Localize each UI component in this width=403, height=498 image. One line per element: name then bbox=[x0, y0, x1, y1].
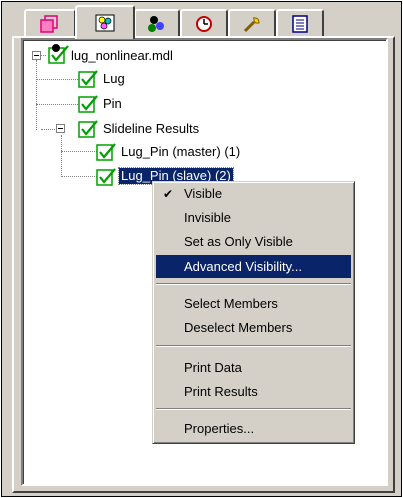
tree-item-lug[interactable]: Lug bbox=[103, 71, 125, 87]
lug-pin-slave-checkbox-icon[interactable] bbox=[95, 166, 117, 186]
tree-connector bbox=[61, 176, 97, 177]
slideline-checkbox-icon[interactable] bbox=[77, 118, 99, 138]
menu-item-print-data[interactable]: Print Data bbox=[156, 356, 351, 379]
list-document-icon bbox=[292, 14, 308, 33]
clock-icon bbox=[196, 15, 212, 32]
menu-separator bbox=[156, 408, 351, 410]
tab-list[interactable] bbox=[276, 9, 324, 36]
tree-connector bbox=[61, 151, 97, 152]
wrench-icon bbox=[243, 16, 260, 32]
pin-checkbox-icon[interactable] bbox=[77, 93, 99, 113]
tab-model[interactable] bbox=[24, 9, 76, 36]
tree-connector bbox=[36, 79, 82, 80]
model-cube-icon bbox=[40, 14, 58, 33]
menu-item-print-results[interactable]: Print Results bbox=[156, 380, 351, 403]
menu-item-invisible[interactable]: Invisible bbox=[156, 206, 351, 229]
menu-separator bbox=[156, 345, 351, 347]
tree-connector bbox=[36, 104, 82, 105]
menu-separator bbox=[156, 283, 351, 285]
menu-item-deselect-members[interactable]: Deselect Members bbox=[156, 316, 351, 339]
collapse-root-button[interactable] bbox=[32, 51, 41, 60]
menu-item-select-members[interactable]: Select Members bbox=[156, 292, 351, 315]
lug-checkbox-icon[interactable] bbox=[77, 68, 99, 88]
tree-item-root[interactable]: lug_nonlinear.mdl bbox=[71, 48, 173, 64]
tab-visibility[interactable] bbox=[75, 5, 135, 39]
tree-item-lug-pin-master[interactable]: Lug_Pin (master) (1) bbox=[121, 144, 240, 160]
tree-item-slideline-results[interactable]: Slideline Results bbox=[103, 121, 199, 137]
menu-item-set-only-visible[interactable]: Set as Only Visible bbox=[156, 230, 351, 253]
tree-connector bbox=[61, 135, 62, 177]
lug-pin-master-checkbox-icon[interactable] bbox=[95, 141, 117, 161]
tree-connector bbox=[36, 60, 37, 130]
model-checkbox-icon[interactable] bbox=[47, 43, 71, 65]
menu-item-advanced-visibility[interactable]: Advanced Visibility... bbox=[156, 255, 351, 278]
menu-item-visible[interactable]: Visible bbox=[156, 182, 351, 205]
collapse-slideline-button[interactable] bbox=[56, 124, 65, 133]
tree-item-pin[interactable]: Pin bbox=[103, 96, 122, 112]
groups-icon bbox=[148, 15, 164, 32]
tab-time[interactable] bbox=[180, 9, 228, 36]
context-menu: ✔ Visible Invisible Set as Only Visible … bbox=[152, 181, 355, 444]
tab-tools[interactable] bbox=[228, 9, 276, 36]
menu-item-properties[interactable]: Properties... bbox=[156, 417, 351, 440]
visibility-palette-icon bbox=[95, 14, 115, 32]
tab-groups[interactable] bbox=[134, 9, 180, 36]
